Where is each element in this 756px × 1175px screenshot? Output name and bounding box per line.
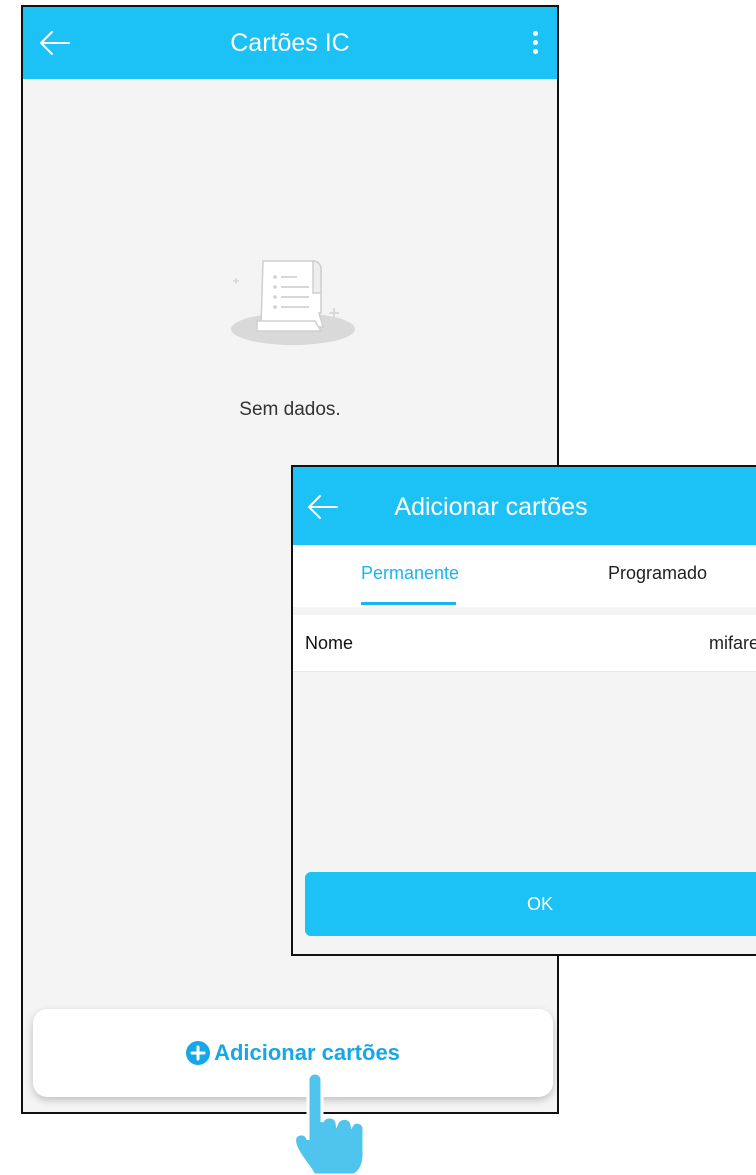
add-cards-screen: Adicionar cartões Permanente Programado … xyxy=(291,465,756,956)
ok-button[interactable]: OK xyxy=(305,872,756,936)
plus-circle-icon xyxy=(186,1041,211,1065)
pointing-hand-icon xyxy=(293,1074,366,1175)
tab-bar: Permanente Programado xyxy=(293,545,756,607)
more-vertical-icon-dot xyxy=(533,49,538,54)
empty-state-text: Sem dados. xyxy=(239,399,341,420)
more-vertical-icon xyxy=(533,31,538,36)
app-bar: Cartões IC xyxy=(23,7,557,79)
tab-permanente[interactable]: Permanente xyxy=(361,563,459,584)
name-field-row[interactable]: Nome mifare xyxy=(293,615,756,672)
tab-programado[interactable]: Programado xyxy=(608,563,707,584)
active-tab-indicator xyxy=(361,602,456,605)
more-vertical-icon-dot xyxy=(533,40,538,45)
more-menu-button[interactable] xyxy=(525,25,545,61)
add-cards-label: Adicionar cartões xyxy=(214,1040,400,1065)
name-field-label: Nome xyxy=(305,633,354,653)
empty-document-icon xyxy=(231,260,355,345)
app-bar: Adicionar cartões xyxy=(293,467,756,545)
name-field-value[interactable]: mifare xyxy=(709,633,756,654)
page-title: Adicionar cartões xyxy=(394,493,588,521)
page-title: Cartões IC xyxy=(230,29,350,57)
